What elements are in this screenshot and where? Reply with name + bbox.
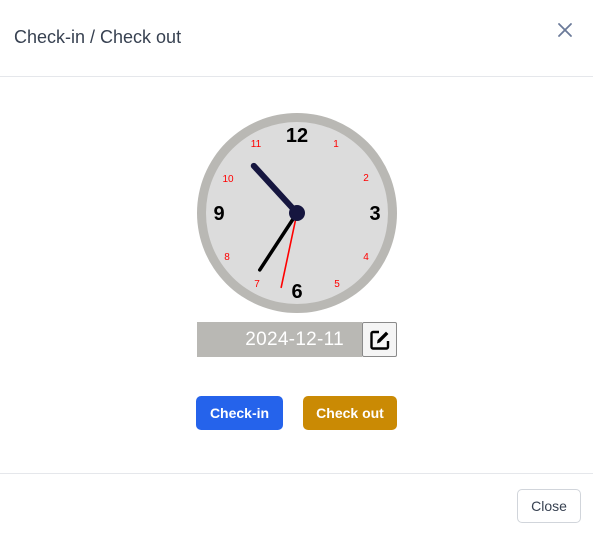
clock-number-8: 8 (224, 252, 230, 263)
clock-number-9: 9 (213, 203, 224, 225)
clock-number-2: 2 (363, 173, 369, 184)
close-icon[interactable] (554, 19, 576, 41)
modal-body: 12 3 6 9 1 2 4 5 7 8 10 11 2024-12-11 Ch… (0, 77, 593, 473)
analog-clock: 12 3 6 9 1 2 4 5 7 8 10 11 (197, 113, 397, 313)
clock-number-11: 11 (251, 139, 262, 150)
clock-number-12: 12 (286, 125, 308, 147)
date-row: 2024-12-11 (197, 322, 397, 357)
checkin-button[interactable]: Check-in (196, 396, 283, 430)
clock-number-4: 4 (363, 252, 369, 263)
edit-date-button[interactable] (362, 322, 397, 357)
modal-title: Check-in / Check out (14, 27, 182, 47)
clock-center-pin (289, 205, 305, 221)
close-button[interactable]: Close (517, 489, 581, 523)
clock-number-5: 5 (334, 279, 340, 290)
checkout-button[interactable]: Check out (303, 396, 397, 430)
checkin-modal: Check-in / Check out 12 3 6 9 1 2 4 5 7 … (0, 0, 593, 539)
modal-header: Check-in / Check out (0, 0, 593, 77)
clock-number-7: 7 (254, 279, 260, 290)
clock-number-6: 6 (291, 281, 302, 303)
clock-number-10: 10 (222, 174, 234, 185)
clock-number-1: 1 (333, 139, 339, 150)
modal-footer: Close (0, 473, 593, 539)
edit-icon (370, 330, 390, 350)
date-display: 2024-12-11 (197, 322, 362, 357)
clock-number-3: 3 (369, 203, 380, 225)
